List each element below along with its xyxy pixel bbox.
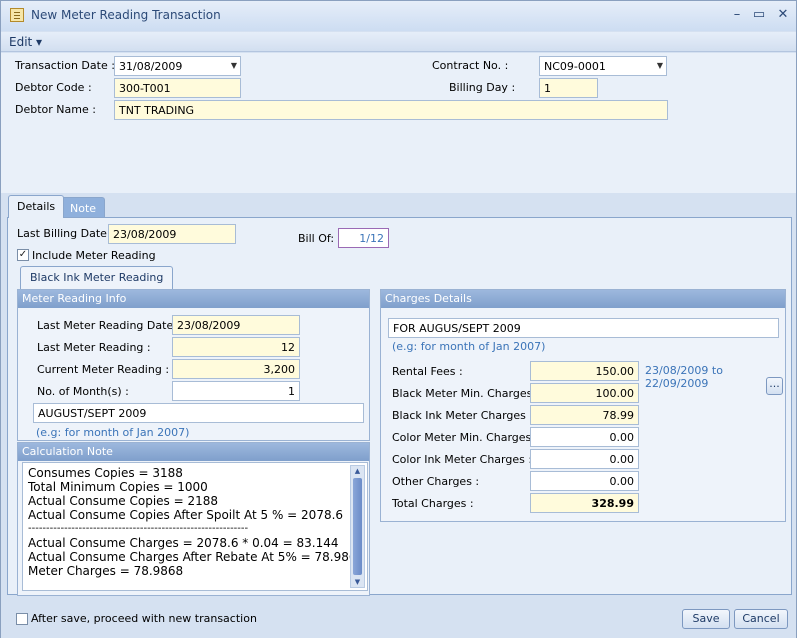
debtor-name-label: Debtor Name :: [15, 103, 96, 116]
transaction-date-value: 31/08/2009: [119, 60, 183, 73]
calc-scrollbar[interactable]: ▲ ▼: [350, 465, 365, 588]
color-meter-min-field[interactable]: 0.00: [530, 427, 639, 447]
maximize-button[interactable]: ▭: [748, 6, 770, 24]
charges-description-field[interactable]: FOR AUGUS/SEPT 2009: [388, 318, 779, 338]
debtor-name-field[interactable]: TNT TRADING: [114, 100, 668, 120]
window: New Meter Reading Transaction – ▭ ✕ Edit…: [0, 0, 797, 638]
scroll-up-icon[interactable]: ▲: [352, 466, 363, 476]
meter-reading-info-header: Meter Reading Info: [18, 290, 369, 308]
rental-fees-field[interactable]: 150.00: [530, 361, 639, 381]
scroll-down-icon[interactable]: ▼: [352, 577, 363, 587]
calc-line: Actual Consume Charges After Rebate At 5…: [28, 550, 365, 564]
calc-line: Consumes Copies = 3188: [28, 466, 183, 480]
last-billing-date-field[interactable]: 23/08/2009: [108, 224, 236, 244]
period-hint: (e.g: for month of Jan 2007): [36, 426, 190, 439]
calc-line: ----------------------------------------…: [28, 523, 249, 534]
rental-period: 23/08/2009 to 22/09/2009: [645, 364, 723, 390]
include-meter-checkbox[interactable]: ✓: [17, 249, 29, 261]
bill-of-field: 1/12: [338, 228, 389, 248]
black-meter-min-label: Black Meter Min. Charges :: [392, 387, 540, 400]
color-ink-meter-field[interactable]: 0.00: [530, 449, 639, 469]
contract-no-label: Contract No. :: [432, 59, 509, 72]
debtor-code-field[interactable]: 300-T001: [114, 78, 241, 98]
more-options-button[interactable]: ...: [766, 377, 783, 395]
last-meter-reading-field[interactable]: 12: [172, 337, 300, 357]
cancel-button[interactable]: Cancel: [734, 609, 788, 629]
proceed-new-checkbox[interactable]: [16, 613, 28, 625]
current-meter-reading-label: Current Meter Reading :: [37, 363, 170, 376]
current-meter-reading-field[interactable]: 3,200: [172, 359, 300, 379]
details-tab-panel: Last Billing Date : 23/08/2009 Bill Of: …: [7, 217, 792, 596]
period-text-field[interactable]: AUGUST/SEPT 2009: [33, 403, 364, 423]
window-title: New Meter Reading Transaction: [31, 8, 221, 22]
last-meter-reading-date-field[interactable]: 23/08/2009: [172, 315, 300, 335]
chevron-down-icon[interactable]: ▼: [657, 61, 663, 70]
calculation-note-header: Calculation Note: [18, 443, 369, 461]
transaction-date-label: Transaction Date :: [15, 59, 115, 72]
color-ink-meter-label: Color Ink Meter Charges :: [392, 453, 533, 466]
black-ink-meter-label: Black Ink Meter Charges :: [392, 409, 534, 422]
other-charges-label: Other Charges :: [392, 475, 480, 488]
months-field[interactable]: 1: [172, 381, 300, 401]
last-meter-reading-label: Last Meter Reading :: [37, 341, 151, 354]
last-meter-reading-date-label: Last Meter Reading Date :: [37, 319, 181, 332]
bill-of-label: Bill Of:: [298, 232, 335, 245]
billing-day-field[interactable]: 1: [539, 78, 598, 98]
header-form: Transaction Date : 31/08/2009 ▼ Debtor C…: [1, 53, 796, 193]
tab-black-ink-meter-reading[interactable]: Black Ink Meter Reading: [20, 266, 174, 289]
tab-note[interactable]: Note: [61, 197, 106, 219]
tab-details[interactable]: Details: [8, 195, 65, 218]
black-meter-min-field[interactable]: 100.00: [530, 383, 639, 403]
debtor-code-label: Debtor Code :: [15, 81, 92, 94]
document-icon: [10, 8, 24, 22]
other-charges-field[interactable]: 0.00: [530, 471, 639, 491]
total-charges-field: 328.99: [530, 493, 639, 513]
calculation-note-group: Calculation Note Consumes Copies = 3188 …: [17, 442, 370, 596]
months-label: No. of Month(s) :: [37, 385, 129, 398]
minimize-button[interactable]: –: [726, 6, 748, 24]
calc-line: Actual Consume Charges = 2078.6 * 0.04 =…: [28, 536, 339, 550]
calc-line: Actual Consume Copies = 2188: [28, 494, 219, 508]
charges-details-group: Charges Details FOR AUGUS/SEPT 2009 (e.g…: [380, 289, 786, 522]
charges-description-hint: (e.g: for month of Jan 2007): [392, 340, 546, 353]
color-meter-min-label: Color Meter Min. Charges :: [392, 431, 539, 444]
scroll-thumb[interactable]: [353, 478, 362, 575]
black-ink-meter-field[interactable]: 78.99: [530, 405, 639, 425]
calculation-note-memo[interactable]: Consumes Copies = 3188 Total Minimum Cop…: [22, 462, 368, 591]
charges-details-header: Charges Details: [381, 290, 785, 308]
total-charges-label: Total Charges :: [392, 497, 474, 510]
calc-line: Actual Consume Copies After Spoilt At 5 …: [28, 508, 344, 522]
footer-bar: After save, proceed with new transaction…: [1, 599, 796, 638]
meter-reading-info-group: Meter Reading Info Last Meter Reading Da…: [17, 289, 370, 441]
title-bar: New Meter Reading Transaction – ▭ ✕: [1, 1, 796, 31]
contract-no-field[interactable]: NC09-0001 ▼: [539, 56, 667, 76]
transaction-date-field[interactable]: 31/08/2009 ▼: [114, 56, 241, 76]
contract-no-value: NC09-0001: [544, 60, 606, 73]
billing-day-label: Billing Day :: [449, 81, 516, 94]
chevron-down-icon[interactable]: ▼: [231, 61, 237, 70]
include-meter-label: Include Meter Reading: [32, 249, 156, 262]
menu-bar: Edit ▾: [1, 32, 796, 52]
menu-edit[interactable]: Edit ▾: [9, 35, 42, 49]
calc-line: Meter Charges = 78.9868: [28, 564, 184, 578]
last-billing-date-label: Last Billing Date :: [17, 227, 115, 240]
close-button[interactable]: ✕: [772, 6, 794, 24]
calc-line: Total Minimum Copies = 1000: [28, 480, 208, 494]
rental-fees-label: Rental Fees :: [392, 365, 463, 378]
save-button[interactable]: Save: [682, 609, 730, 629]
proceed-new-label: After save, proceed with new transaction: [31, 612, 257, 625]
